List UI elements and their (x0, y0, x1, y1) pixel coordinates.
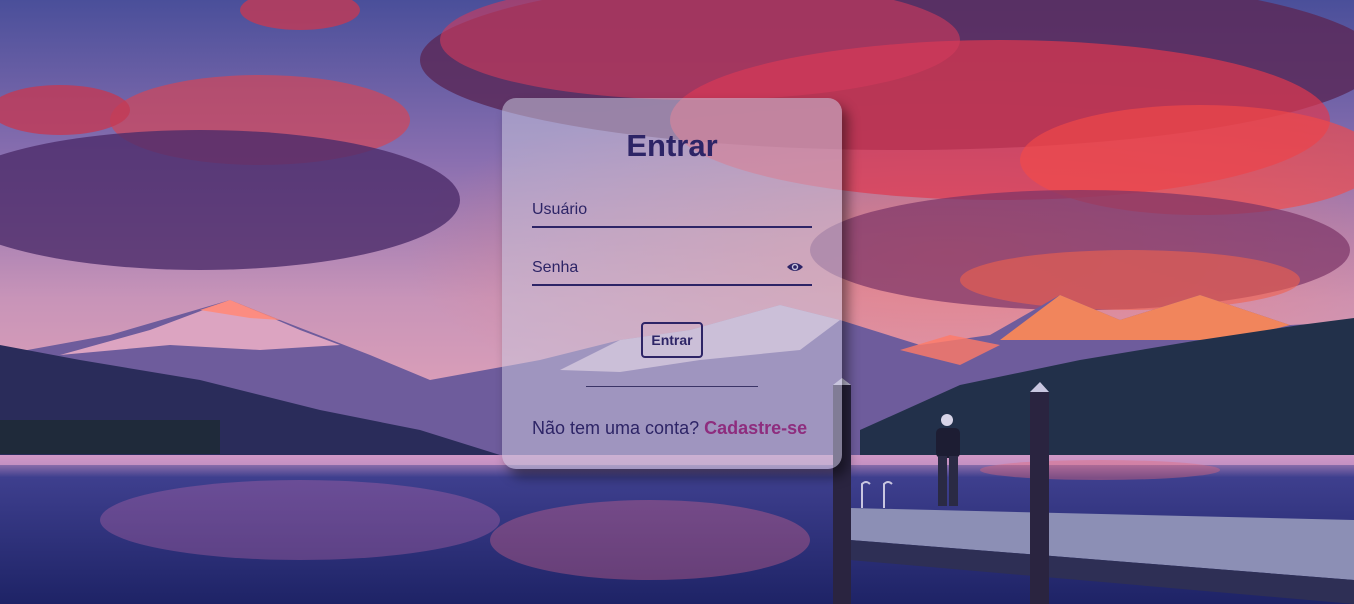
username-input[interactable] (532, 194, 812, 226)
login-card: Entrar Entrar Não tem uma conta? Cadastr… (502, 98, 842, 469)
submit-button[interactable]: Entrar (641, 322, 703, 358)
password-input[interactable] (532, 252, 812, 284)
signup-link[interactable]: Cadastre-se (704, 418, 807, 438)
username-field-wrapper (532, 194, 812, 228)
signup-prompt: Não tem uma conta? Cadastre-se (532, 418, 822, 439)
eye-icon[interactable] (786, 260, 804, 274)
divider (586, 386, 758, 387)
signup-prompt-text: Não tem uma conta? (532, 418, 700, 438)
login-title: Entrar (626, 128, 718, 163)
password-field-wrapper (532, 252, 812, 286)
